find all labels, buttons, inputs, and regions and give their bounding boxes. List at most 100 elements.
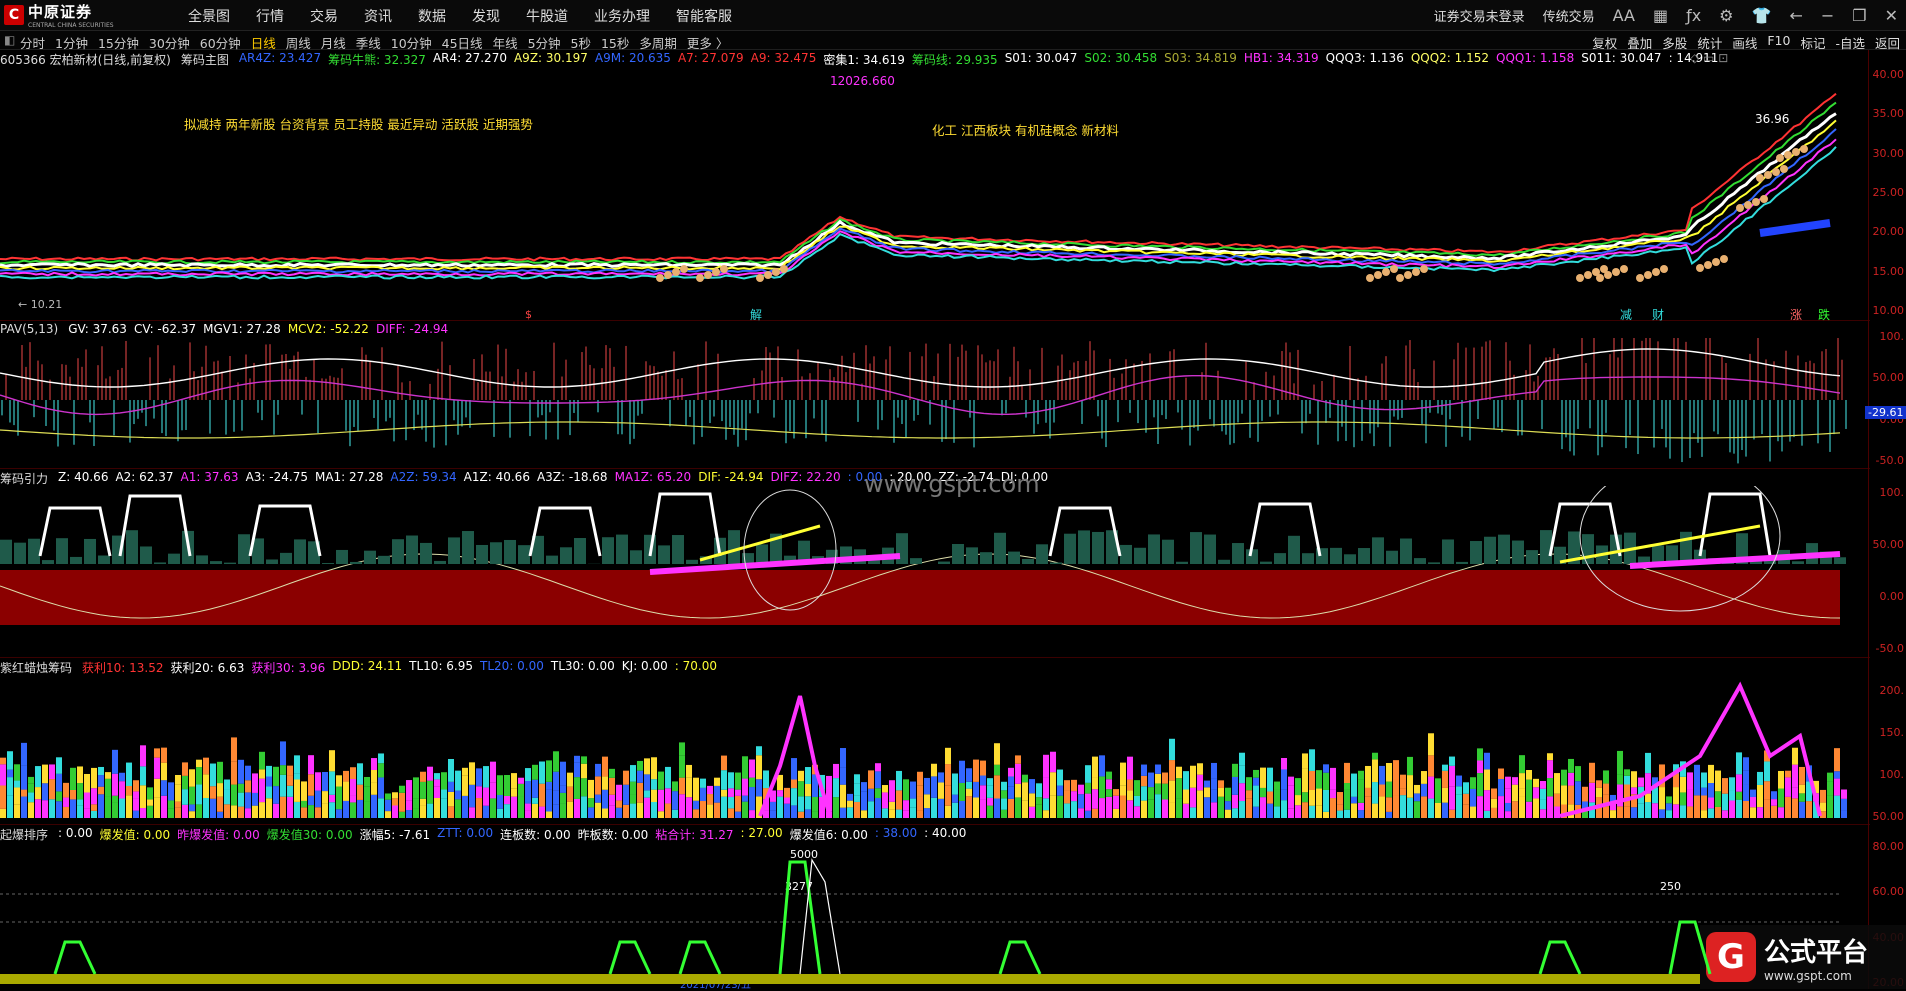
panel-divider[interactable] xyxy=(0,657,1870,658)
pav-chart[interactable] xyxy=(0,338,1868,468)
tool-button[interactable]: 返回 xyxy=(1875,33,1900,52)
chip-area xyxy=(1120,545,1132,564)
chip-area xyxy=(0,540,12,564)
panel-divider[interactable] xyxy=(0,320,1870,321)
gear-icon[interactable]: ⚙ xyxy=(1719,6,1733,25)
panel-divider[interactable] xyxy=(0,824,1870,825)
main-price-chart[interactable] xyxy=(0,68,1868,320)
main-menu-item[interactable]: 行情 xyxy=(256,6,284,26)
y-tick-label: 50.00 xyxy=(1873,371,1905,384)
trade-mode-button[interactable]: 传统交易 xyxy=(1543,6,1595,25)
candle-bar xyxy=(168,782,174,800)
chip-marker xyxy=(1772,168,1780,176)
candle-bar xyxy=(1428,733,1434,755)
chip-name[interactable]: 筹码引力 xyxy=(0,470,48,486)
main-menu-item[interactable]: 资讯 xyxy=(364,6,392,26)
period-tab[interactable]: 月线 xyxy=(321,33,346,52)
candle-bar xyxy=(1302,768,1308,792)
main-menu-item[interactable]: 智能客服 xyxy=(676,6,732,26)
tool-button[interactable]: 标记 xyxy=(1800,33,1825,52)
candle-bar xyxy=(1323,764,1329,772)
candle-bar xyxy=(1575,766,1581,781)
candle-bar xyxy=(98,787,104,795)
pav-line xyxy=(0,376,1840,415)
period-tab[interactable]: 15分钟 xyxy=(98,33,139,52)
fx-icon[interactable]: ƒx xyxy=(1686,6,1701,25)
candle-bar xyxy=(252,773,258,793)
candle-bar xyxy=(896,790,902,809)
restore-icon[interactable]: ❐ xyxy=(1852,6,1866,25)
main-menu-item[interactable]: 发现 xyxy=(472,6,500,26)
period-tab[interactable]: 分时 xyxy=(20,33,45,52)
period-tab[interactable]: 10分钟 xyxy=(391,33,432,52)
candle-bar xyxy=(1099,755,1105,776)
panel-divider[interactable] xyxy=(0,468,1870,469)
candle-bar xyxy=(707,794,713,805)
candle-bar xyxy=(1043,778,1049,799)
candle-bar xyxy=(1785,777,1791,796)
candle-bar xyxy=(56,791,62,801)
main-menu-item[interactable]: 交易 xyxy=(310,6,338,26)
tool-button[interactable]: 叠加 xyxy=(1627,33,1652,52)
candle-bar xyxy=(1407,798,1413,818)
candle-bar xyxy=(966,768,972,782)
candle-bar xyxy=(182,776,188,789)
period-tab[interactable]: 年线 xyxy=(493,33,518,52)
panel-toggle-icon[interactable]: ◧ xyxy=(4,33,15,47)
candle-bar xyxy=(980,800,986,818)
candle-chart[interactable] xyxy=(0,676,1868,824)
main-menu-item[interactable]: 全景图 xyxy=(188,6,230,26)
font-size-icon[interactable]: AA xyxy=(1613,6,1635,25)
candle-bar xyxy=(1204,787,1210,797)
minimize-icon[interactable]: − xyxy=(1821,6,1834,25)
burst-chart[interactable] xyxy=(0,842,1868,989)
tool-button[interactable]: 多股 xyxy=(1662,33,1687,52)
tool-button[interactable]: 复权 xyxy=(1592,33,1617,52)
tool-button[interactable]: 画线 xyxy=(1732,33,1757,52)
period-tab[interactable]: 多周期 xyxy=(639,33,677,52)
candle-bar xyxy=(301,781,307,801)
period-tab[interactable]: 日线 xyxy=(251,33,276,52)
period-tabs: 分时 1分钟 15分钟 30分钟 60分钟日线周线月线季线 10分钟 45日线年线 5分钟 5秒… xyxy=(20,33,728,52)
candle-bar xyxy=(1197,775,1203,791)
main-menu-item[interactable]: 牛股道 xyxy=(526,6,568,26)
back-icon[interactable]: ← xyxy=(1789,6,1802,25)
candle-bar xyxy=(161,763,167,781)
y-tick-label: 40.00 xyxy=(1873,68,1905,81)
period-tab[interactable]: 30分钟 xyxy=(149,33,190,52)
chip-chart[interactable] xyxy=(0,486,1868,656)
candle-bar xyxy=(714,803,720,818)
close-icon[interactable]: ✕ xyxy=(1885,6,1898,25)
chip-area xyxy=(672,535,684,564)
candle-bar xyxy=(350,802,356,818)
candle-bar xyxy=(350,767,356,779)
tool-button[interactable]: 统计 xyxy=(1697,33,1722,52)
stock-title[interactable]: 605366 宏柏新材(日线,前复权) xyxy=(0,51,171,67)
period-tab[interactable]: 季线 xyxy=(356,33,381,52)
pav-name[interactable]: PAV(5,13) xyxy=(0,322,58,338)
burst-name[interactable]: 起爆排序 xyxy=(0,826,48,842)
candle-bar xyxy=(175,784,181,801)
candle-name[interactable]: 紫红蜡烛筹码 xyxy=(0,659,72,675)
candle-bar xyxy=(1148,773,1154,788)
period-tab[interactable]: 15秒 xyxy=(601,33,629,52)
period-tab[interactable]: 5分钟 xyxy=(528,33,561,52)
shirt-icon[interactable]: 👕 xyxy=(1752,6,1772,25)
candle-bar xyxy=(238,784,244,793)
tool-button[interactable]: F10 xyxy=(1767,33,1790,52)
chip-area xyxy=(14,543,26,564)
grid-icon[interactable]: ▦ xyxy=(1653,6,1668,25)
period-tab[interactable]: 1分钟 xyxy=(55,33,88,52)
period-tab[interactable]: 45日线 xyxy=(442,33,483,52)
period-tab[interactable]: 更多 〉 xyxy=(687,33,728,52)
candle-bar xyxy=(1029,779,1035,793)
main-indicator-name[interactable]: 筹码主图 xyxy=(181,51,229,67)
main-menu-item[interactable]: 业务办理 xyxy=(594,6,650,26)
period-tab[interactable]: 5秒 xyxy=(571,33,591,52)
tool-button[interactable]: -自选 xyxy=(1835,33,1865,52)
main-menu-item[interactable]: 数据 xyxy=(418,6,446,26)
period-tab[interactable]: 60分钟 xyxy=(200,33,241,52)
login-status[interactable]: 证券交易未登录 xyxy=(1434,6,1525,25)
candle-bar xyxy=(1652,803,1658,818)
period-tab[interactable]: 周线 xyxy=(286,33,311,52)
